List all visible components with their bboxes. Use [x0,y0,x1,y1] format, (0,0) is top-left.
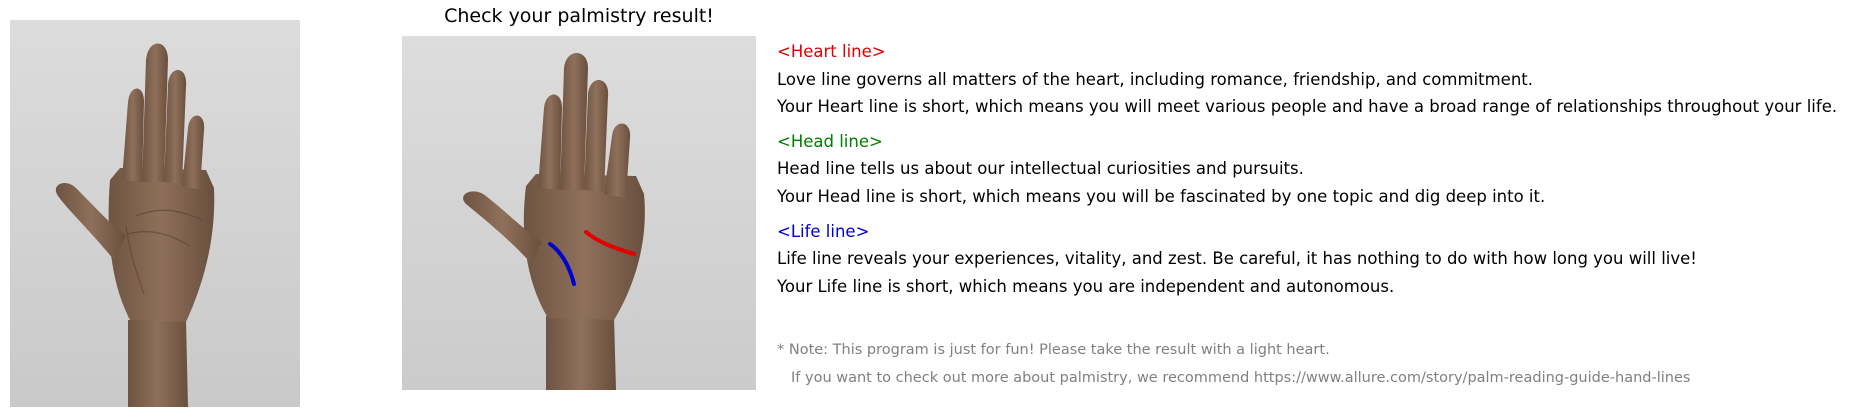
head-line-description: Head line tells us about our intellectua… [777,159,1304,178]
life-line-description: Life line reveals your experiences, vita… [777,249,1697,268]
input-hand-image [10,20,300,407]
heart-line-description: Love line governs all matters of the hea… [777,70,1533,89]
life-line-heading: <Life line> [777,222,870,241]
fun-note: * Note: This program is just for fun! Pl… [777,342,1330,358]
result-title: Check your palmistry result! [444,5,714,27]
heart-line-heading: <Heart line> [777,42,886,61]
result-hand-image [402,36,756,390]
heart-line-result: Your Heart line is short, which means yo… [777,97,1838,116]
life-line-result: Your Life line is short, which means you… [777,277,1395,296]
head-line-result: Your Head line is short, which means you… [777,187,1546,206]
palmistry-reference-note: If you want to check out more about palm… [791,370,1691,386]
hand-photo-graphic [10,20,300,407]
head-line-heading: <Head line> [777,132,883,151]
hand-photo-with-lines-graphic [402,36,756,390]
